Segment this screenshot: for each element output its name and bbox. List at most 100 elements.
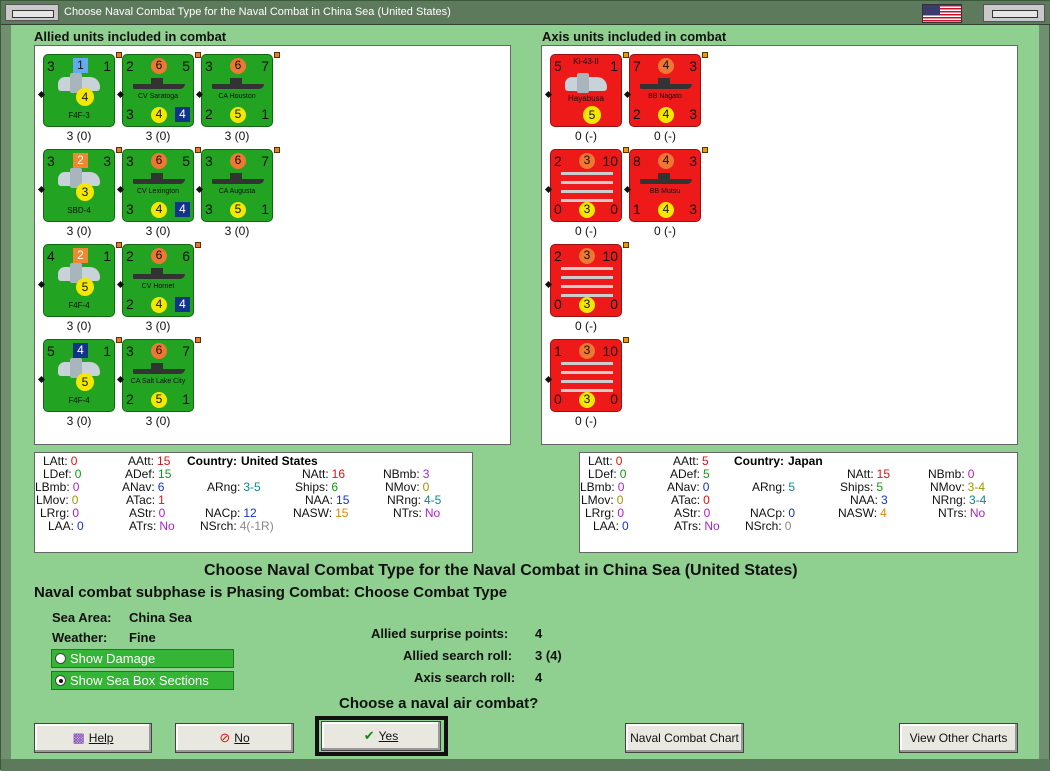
stat-value: 3 [422, 467, 430, 481]
speed-value: 3 [126, 106, 134, 122]
unit-counter[interactable]: 7 4 3 BB Nagato 2 4 3 [629, 54, 701, 127]
question-text: Choose a naval air combat? [339, 695, 539, 712]
ship-silhouette-icon [561, 172, 613, 175]
help-button[interactable]: ▩ Help [34, 723, 152, 753]
stat-label: ATrs: [674, 519, 702, 533]
unit-counter[interactable]: 2 6 6 CV Hornet 2 4 4 [122, 244, 194, 317]
radio-button-selected-icon[interactable] [55, 675, 66, 686]
status-marker-icon [274, 147, 280, 153]
country-label: Country: [187, 454, 237, 468]
range-value: 2 [73, 248, 88, 263]
allied-search-label: Allied search roll: [403, 648, 513, 663]
stat-value: 4 [880, 506, 887, 520]
window-control-button[interactable] [983, 4, 1045, 22]
aa-value: 4 [658, 202, 674, 218]
attack-value: 2 [126, 248, 134, 264]
stat-label: NAA: [850, 493, 879, 507]
unit-counter[interactable]: 3 6 7 CA Augusta 3 5 1 [201, 149, 273, 222]
right-frame [1039, 25, 1049, 765]
stat-label: NACp: [205, 506, 241, 520]
unit-strength-caption: 3 (0) [145, 129, 171, 143]
unit-counter[interactable]: 3 2 3 3 SBD-4 [43, 149, 115, 222]
stat-value: No [424, 506, 441, 520]
unit-counter[interactable]: 1 3 10 0 3 0 [550, 339, 622, 412]
system-menu-button[interactable] [5, 4, 59, 21]
stat-label: Ships: [295, 480, 329, 494]
naval-combat-chart-button[interactable]: Naval Combat Chart [625, 723, 744, 753]
unit-counter[interactable]: 3 6 7 CA Salt Lake City 2 5 1 [122, 339, 194, 412]
unit-name: CA Houston [218, 93, 256, 100]
no-label: No [234, 731, 250, 745]
show-damage-toggle[interactable]: Show Damage [51, 649, 234, 668]
attack-value: 5 [47, 343, 55, 359]
stat-value: 0 [702, 480, 710, 494]
stat-value: 0 [422, 480, 430, 494]
unit-counter[interactable]: 3 1 1 4 F4F-3 [43, 54, 115, 127]
factor-value: 3 [579, 153, 595, 169]
speed-value: 0 [554, 296, 562, 312]
radio-button-icon[interactable] [55, 653, 66, 664]
country-name: Japan [788, 454, 823, 468]
stat-value: 3 [881, 493, 888, 507]
stat-value: 4-5 [424, 493, 442, 507]
stat-label: ANav: [667, 480, 700, 494]
unit-counter[interactable]: 8 4 3 BB Mutsu 1 4 3 [629, 149, 701, 222]
stat-value: 3-4 [967, 480, 986, 494]
speed-value: 2 [126, 391, 134, 407]
view-other-charts-button[interactable]: View Other Charts [899, 723, 1018, 753]
factor-value: 4 [658, 58, 674, 74]
range-value: 4 [175, 202, 190, 217]
stat-ntrs: NTrs: No [393, 507, 440, 520]
yes-button[interactable]: ✔ Yes [321, 721, 441, 751]
stat-value: 0 [703, 506, 711, 520]
move-value: 1 [103, 58, 111, 74]
unit-counter[interactable]: 5 4 1 5 F4F-4 [43, 339, 115, 412]
unit-counter[interactable]: 3 6 5 CV Lexington 3 4 4 [122, 149, 194, 222]
unit-name: F4F-3 [68, 111, 90, 120]
aa-value: 3 [579, 202, 595, 218]
unit-counter[interactable]: 2 6 5 CV Saratoga 3 4 4 [122, 54, 194, 127]
stat-value: 0 [616, 493, 624, 507]
stat-label: LMov: [36, 493, 69, 507]
stat-label: Ships: [840, 480, 874, 494]
no-button[interactable]: ⊘ No [175, 723, 294, 753]
defense-value: 5 [182, 58, 190, 74]
show-damage-label: Show Damage [70, 651, 156, 666]
stat-value: 0 [71, 493, 79, 507]
stat-label: ANav: [122, 480, 155, 494]
attack-value: 7 [633, 58, 641, 74]
stat-value: 12 [243, 506, 257, 520]
unit-counter[interactable]: 5 1 5 Ki-43-II Hayabusa [550, 54, 622, 127]
factor-value: 4 [658, 153, 674, 169]
stat-label: NMov: [930, 480, 965, 494]
ship-silhouette-icon [561, 380, 613, 383]
combat-title: Choose Naval Combat Type for the Naval C… [204, 562, 798, 579]
stat-value: 0 [158, 506, 166, 520]
stat-label: NRng: [932, 493, 967, 507]
stat-value: 5 [788, 480, 796, 494]
show-sea-box-toggle[interactable]: Show Sea Box Sections [51, 671, 234, 690]
stat-value: 4(-1R) [239, 519, 274, 533]
allied-units-panel: 3 1 1 4 F4F-3 3 (0) 2 6 5 CV Saratoga 3 4 4 3 (0) 3 6 7 C… [34, 45, 511, 445]
unit-strength-caption: 0 (-) [654, 224, 676, 238]
stat-label: NTrs: [393, 506, 422, 520]
unit-counter[interactable]: 4 2 1 5 F4F-4 [43, 244, 115, 317]
book-icon: ▩ [72, 730, 85, 745]
range-value: 0 [610, 201, 618, 217]
stat-value: 0 [622, 519, 629, 533]
ship-silhouette-icon [640, 173, 692, 184]
stat-label: LDef: [588, 467, 617, 481]
defense-value: 3 [76, 183, 94, 201]
stat-label: LRrg: [40, 506, 70, 520]
unit-counter[interactable]: 2 3 10 0 3 0 [550, 149, 622, 222]
unit-name: BB Nagato [648, 93, 682, 100]
unit-counter[interactable]: 3 6 7 CA Houston 2 5 1 [201, 54, 273, 127]
stat-arng: ARng: 3-5 [207, 481, 261, 494]
country-row: Country: Japan [734, 455, 823, 468]
unit-counter[interactable]: 2 3 10 0 3 0 [550, 244, 622, 317]
us-flag-icon [922, 4, 962, 23]
help-label: Help [88, 731, 114, 745]
defense-value: 7 [182, 343, 190, 359]
stat-label: ADef: [670, 467, 701, 481]
ship-silhouette-icon [561, 276, 613, 279]
